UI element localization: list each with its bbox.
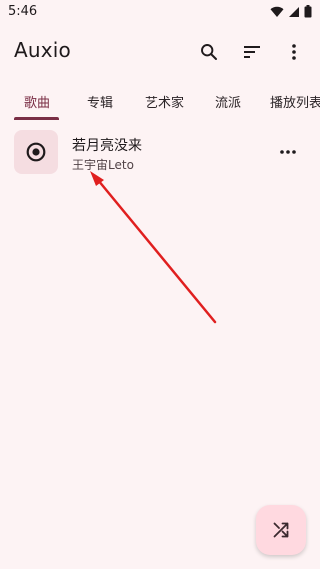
tab-indicator [14, 117, 59, 120]
sort-button[interactable] [236, 36, 268, 68]
song-list-item[interactable]: 若月亮没来 王宇宙Leto [0, 124, 320, 180]
song-menu-button[interactable] [272, 136, 304, 168]
overflow-menu-button[interactable] [278, 36, 310, 68]
shuffle-fab[interactable] [256, 505, 306, 555]
status-time: 5:46 [8, 4, 38, 19]
tab-albums[interactable]: 专辑 [87, 92, 113, 111]
album-art [14, 130, 58, 174]
song-title: 若月亮没来 [72, 138, 142, 154]
disc-icon [26, 142, 46, 162]
shuffle-icon [273, 522, 289, 538]
tab-playlists[interactable]: 播放列表 [270, 92, 320, 111]
status-icons [270, 5, 312, 18]
search-icon [201, 44, 217, 60]
tab-bar: 歌曲 专辑 艺术家 流派 播放列表 [0, 80, 320, 120]
tab-artists[interactable]: 艺术家 [145, 92, 184, 111]
app-title: Auxio [14, 38, 71, 62]
signal-icon [289, 6, 299, 17]
wifi-icon [270, 6, 284, 17]
song-artist: 王宇宙Leto [72, 158, 134, 172]
app-bar: Auxio [0, 24, 320, 80]
sort-icon [244, 46, 260, 58]
more-vert-icon [292, 44, 296, 60]
tab-genres[interactable]: 流派 [215, 92, 241, 111]
more-horiz-icon [280, 150, 296, 154]
search-button[interactable] [193, 36, 225, 68]
status-bar: 5:46 [0, 0, 320, 24]
battery-icon [304, 5, 312, 18]
tab-songs[interactable]: 歌曲 [24, 92, 50, 111]
